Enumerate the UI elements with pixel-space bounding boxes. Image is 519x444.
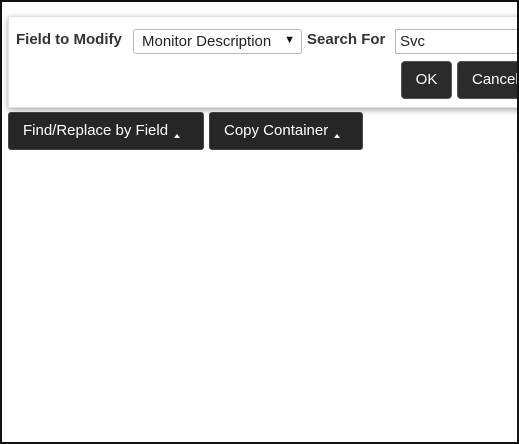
find-replace-popup: Field to Modify Monitor Description ▼ Se… <box>8 16 517 108</box>
cancel-button[interactable]: Cancel <box>457 61 517 99</box>
app-frame: · · · · · Field to Modify Monitor Descri… <box>0 0 519 444</box>
caret-up-icon <box>334 134 341 138</box>
chevron-down-icon: ▼ <box>284 34 295 46</box>
copy-container-button[interactable]: Copy Container <box>209 112 363 150</box>
search-input[interactable] <box>395 29 517 54</box>
search-for-label: Search For <box>307 31 386 48</box>
find-replace-label: Find/Replace by Field <box>23 122 169 139</box>
field-to-modify-label: Field to Modify <box>16 31 122 48</box>
field-select-value: Monitor Description <box>142 33 272 50</box>
ok-button[interactable]: OK <box>401 61 452 99</box>
find-replace-by-field-button[interactable]: Find/Replace by Field <box>8 112 204 150</box>
field-select[interactable]: Monitor Description ▼ <box>133 29 302 54</box>
copy-container-label: Copy Container <box>224 122 329 139</box>
clipped-label: · · · · · <box>4 0 41 8</box>
pane-divider <box>517 152 518 440</box>
caret-up-icon <box>174 134 181 138</box>
